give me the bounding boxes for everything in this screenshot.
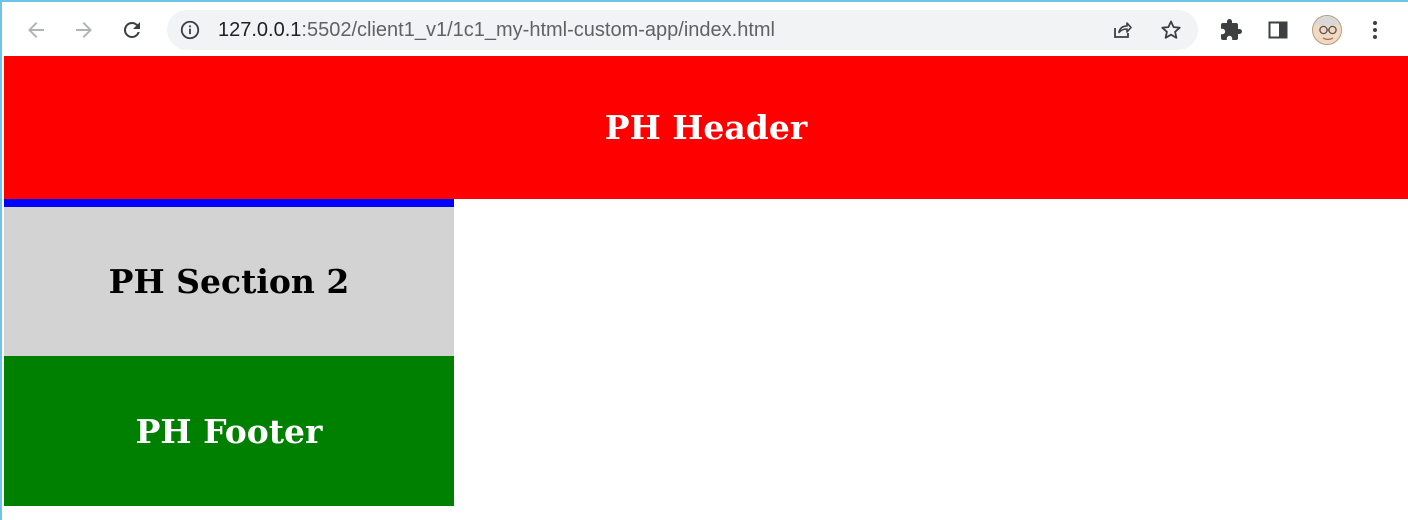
bookmark-button[interactable] — [1157, 16, 1185, 44]
page-header: PH Header — [4, 56, 1408, 199]
forward-button[interactable] — [64, 10, 104, 50]
extensions-button[interactable] — [1211, 10, 1251, 50]
info-icon[interactable] — [177, 17, 203, 43]
header-title: PH Header — [604, 108, 808, 147]
url-text[interactable]: 127.0.0.1:5502/client1_v1/1c1_my-html-cu… — [218, 10, 775, 50]
share-icon — [1114, 22, 1132, 38]
reload-button[interactable] — [112, 10, 152, 50]
url-path: :5502/client1_v1/1c1_my-html-custom-app/… — [301, 19, 775, 41]
arrow-left-icon — [28, 22, 44, 38]
back-button[interactable] — [16, 10, 56, 50]
reload-icon — [123, 21, 140, 38]
share-button[interactable] — [1108, 16, 1136, 44]
puzzle-icon — [1221, 19, 1242, 40]
browser-menu-button[interactable] — [1355, 10, 1395, 50]
kebab-menu-icon — [1373, 21, 1377, 39]
avatar — [1312, 15, 1342, 45]
address-bar[interactable]: 127.0.0.1:5502/client1_v1/1c1_my-html-cu… — [167, 10, 1198, 50]
section-title: PH Section 2 — [108, 262, 350, 301]
arrow-right-icon — [76, 22, 92, 38]
url-host: 127.0.0.1 — [218, 19, 302, 41]
footer-title: PH Footer — [135, 411, 323, 451]
page-viewport: PH Header PH Section 2 PH Footer — [4, 56, 1408, 520]
side-panel-icon — [1268, 21, 1288, 39]
side-panel-button[interactable] — [1258, 10, 1298, 50]
profile-button[interactable] — [1307, 10, 1347, 50]
star-icon — [1161, 20, 1181, 39]
browser-toolbar: 127.0.0.1:5502/client1_v1/1c1_my-html-cu… — [2, 0, 1408, 56]
page-section-2: PH Section 2 — [4, 207, 454, 356]
browser-window: 127.0.0.1:5502/client1_v1/1c1_my-html-cu… — [0, 0, 1408, 520]
section-top-border — [4, 199, 454, 207]
page-footer: PH Footer — [4, 356, 454, 506]
